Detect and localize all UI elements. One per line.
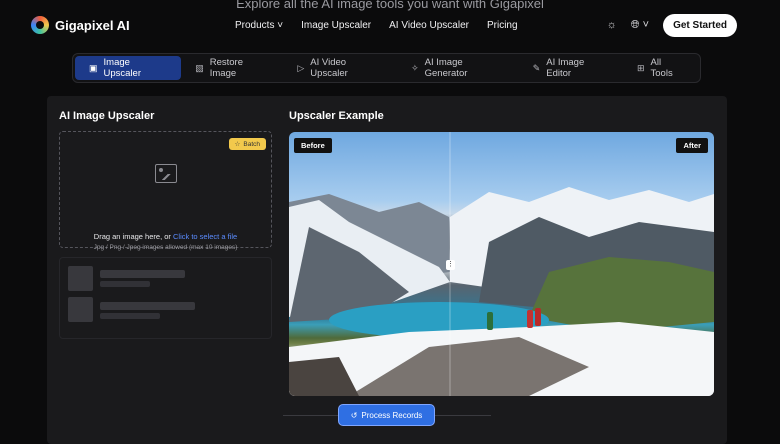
tab-ai-image-editor[interactable]: ✎ AI Image Editor (519, 56, 623, 80)
before-label: Before (294, 138, 332, 153)
allowed-formats-text: Jpg / Png / Jpeg images allowed (max 10 … (93, 244, 238, 251)
tab-label: Restore Image (209, 57, 243, 79)
main-nav: Products ˅ Image Upscaler AI Video Upsca… (235, 20, 518, 31)
batch-label: Batch (243, 140, 260, 148)
grid-icon: ⊞ (636, 62, 645, 73)
globe-icon: 🌐︎ (630, 18, 640, 31)
example-panel-title: Upscaler Example (289, 110, 384, 122)
nav-image-upscaler[interactable]: Image Upscaler (301, 20, 371, 31)
process-records-button[interactable]: ↺ Process Records (338, 404, 435, 426)
sparkle-icon: ✧ (411, 62, 419, 73)
tab-label: Image Upscaler (103, 57, 142, 79)
tab-image-upscaler[interactable]: ▣ Image Upscaler (75, 56, 182, 80)
skeleton-thumb (68, 266, 93, 291)
nav-products[interactable]: Products ˅ (235, 20, 283, 31)
video-icon: ▷ (297, 62, 305, 73)
brand-name: Gigapixel AI (55, 17, 130, 33)
process-records-bar: ↺ Process Records (283, 404, 491, 426)
after-label: After (676, 138, 708, 153)
drop-instructions: Drag an image here, or Click to select a… (60, 232, 271, 241)
image-icon: ▣ (89, 62, 98, 73)
tab-ai-video-upscaler[interactable]: ▷ AI Video Upscaler (283, 56, 397, 80)
upload-panel-title: AI Image Upscaler (59, 110, 155, 122)
tool-workspace: AI Image Upscaler ☆ Batch Drag an image … (47, 96, 727, 444)
image-upload-icon (155, 164, 177, 183)
logo-icon (31, 16, 49, 34)
records-placeholder (59, 257, 272, 339)
tab-restore-image[interactable]: ▧ Restore Image (181, 56, 283, 80)
skeleton-line (100, 281, 150, 287)
history-icon: ↺ (350, 410, 358, 420)
get-started-button[interactable]: Get Started (663, 13, 737, 37)
nav-ai-video-upscaler[interactable]: AI Video Upscaler (389, 20, 469, 31)
mountain-landscape-image (289, 132, 714, 396)
brand-logo[interactable]: Gigapixel AI (31, 16, 130, 34)
sun-icon[interactable]: ☼ (607, 19, 617, 31)
comparison-slider-handle[interactable]: ⋮ (446, 260, 455, 270)
restore-icon: ▧ (195, 62, 204, 73)
tool-tabs: ▣ Image Upscaler ▧ Restore Image ▷ AI Vi… (72, 53, 701, 83)
language-selector[interactable]: 🌐︎ ˅ (631, 19, 649, 32)
edit-icon: ✎ (532, 62, 541, 73)
batch-button[interactable]: ☆ Batch (228, 138, 266, 150)
skeleton-line (100, 270, 185, 278)
hiker-figure (527, 310, 533, 328)
top-navbar: Gigapixel AI Products ˅ Image Upscaler A… (31, 10, 741, 40)
tab-label: AI Video Upscaler (310, 57, 348, 79)
process-records-label: Process Records (361, 410, 423, 420)
tab-ai-image-generator[interactable]: ✧ AI Image Generator (397, 56, 519, 80)
skeleton-thumb (68, 297, 93, 322)
header-tools: ☼ 🌐︎ ˅ Get Started (607, 13, 737, 37)
drop-text: Drag an image here, or (93, 232, 173, 241)
chevron-down-icon: ˅ (642, 18, 650, 31)
hiker-figure (535, 308, 541, 326)
before-after-comparison[interactable]: ⋮ Before After (289, 132, 714, 396)
tab-all-tools[interactable]: ⊞ All Tools (623, 56, 698, 80)
skeleton-line (100, 302, 195, 310)
image-dropzone[interactable]: ☆ Batch Drag an image here, or Click to … (59, 131, 272, 251)
star-icon: ☆ (234, 141, 241, 148)
tab-label: All Tools (650, 57, 673, 79)
select-file-link[interactable]: Click to select a file (173, 232, 237, 241)
nav-pricing[interactable]: Pricing (487, 20, 518, 31)
hiker-figure (487, 312, 493, 330)
skeleton-line (100, 313, 160, 319)
tab-label: AI Image Editor (546, 57, 585, 79)
tab-label: AI Image Generator (424, 57, 468, 79)
